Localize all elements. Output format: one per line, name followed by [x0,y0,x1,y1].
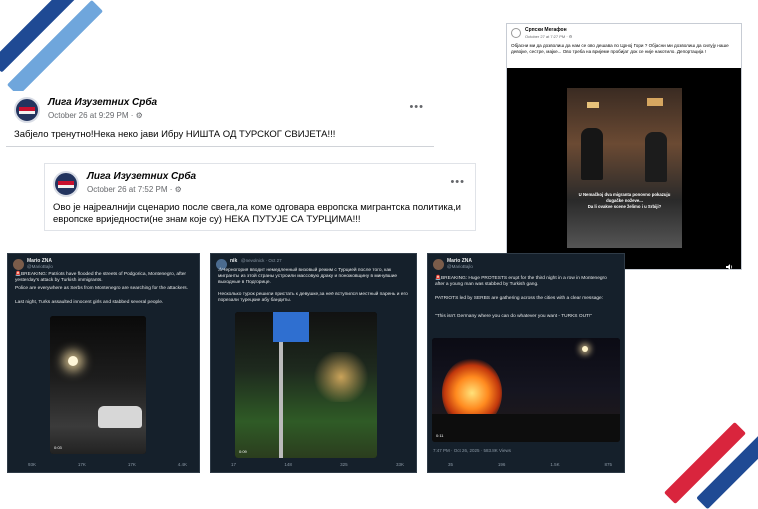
retweet-button[interactable]: 148 [284,462,292,467]
post-author[interactable]: Српски Мегафон [525,27,567,33]
post-timestamp[interactable]: October 26 at 9:29 PM · ⚙ [48,111,143,120]
sign-pole [279,342,283,458]
avatar[interactable] [511,28,521,38]
street-light [647,98,663,106]
tweet-actions: 35 196 1.5K 875 [448,462,612,467]
retweet-button[interactable]: 17K [78,462,86,467]
tweet-handle[interactable]: @MarioBajlo [27,264,53,269]
more-options-icon[interactable]: ••• [450,176,465,188]
reply-button[interactable]: 93K [28,462,36,467]
more-options-icon[interactable]: ••• [409,101,424,113]
facebook-post-megafon: Српски Мегафон October 27 at 7:27 PM · ⚙… [506,23,742,270]
avatar[interactable] [13,259,24,270]
video-player[interactable]: U Nemačkoj dva migranta ponovno pokazuju… [507,68,741,270]
views-button[interactable]: 875 [604,462,612,467]
tweet-text-3: Last night, Turks assaulted innocent gir… [15,300,164,305]
like-button[interactable]: 1.5K [550,462,559,467]
post-text: Објасни ми да дозволиш да нам се ово деш… [511,43,729,54]
street-lamp [68,356,78,366]
reply-button[interactable]: 17 [231,462,236,467]
post-author[interactable]: Лига Изузетних Срба [87,171,196,182]
tweet-author[interactable]: nik [230,258,237,264]
tweet-video[interactable]: 0:03 [50,316,146,454]
tweet-card-1: Mario ZNA @MarioBajlo 🚨BREAKING: Patriot… [7,253,200,473]
retweet-button[interactable]: 196 [498,462,506,467]
tweet-text-1: 🚨BREAKING: Patriots have flooded the str… [15,272,187,284]
crowd-silhouette [432,414,620,442]
tweet-text-3: "This isn't Germany where you can do wha… [435,314,592,319]
avatar[interactable] [53,171,79,197]
like-button[interactable]: 325 [340,462,348,467]
video-duration: 0:09 [239,449,247,454]
tweet-footer: 7:47 PM · Oct 26, 2025 · 583.8K Views [433,448,511,453]
tweet-text-2: PATRIOTS led by SERBS are gathering acro… [435,296,604,301]
street-lamp [582,346,588,352]
street-sign [273,312,309,342]
tweet-text-2: Police are everywhere as Serbs from Mont… [15,286,189,291]
post-timestamp[interactable]: October 26 at 7:52 PM · ⚙ [87,185,182,194]
post-timestamp[interactable]: October 27 at 7:27 PM · ⚙ [525,34,572,39]
tweet-handle[interactable]: @nevolnick · Oct 27 [241,258,282,263]
facebook-post-1: Лига Изузетних Срба October 26 at 9:29 P… [6,91,434,148]
views-button[interactable]: 33K [396,462,404,467]
person-figure [645,132,667,182]
video-frame: U Nemačkoj dva migranta ponovno pokazuju… [567,88,682,248]
like-button[interactable]: 17K [128,462,136,467]
night-street-scene [50,316,146,454]
speaker-icon[interactable] [726,257,733,270]
post-text: Забјело тренутно!Нека неко јави Ибру НИШ… [14,129,336,140]
tweet-actions: 17 148 325 33K [231,462,404,467]
post-author[interactable]: Лига Изузетних Срба [48,97,157,108]
tweet-handle[interactable]: @MarioBajlo [447,264,473,269]
tweet-card-2: nik @nevolnick · Oct 27 ⚠Черногория ввод… [210,253,417,473]
post-text-line-1: Ово је најреалнији сценарио после свега,… [53,202,461,213]
views-button[interactable]: 4.4K [178,462,187,467]
crowd-lights [311,352,371,402]
avatar[interactable] [14,97,40,123]
post-divider [6,146,434,147]
reply-button[interactable]: 35 [448,462,453,467]
tweet-text-1: 🚨BREAKING: Huge PROTESTS erupt for the t… [435,276,607,288]
street-light [587,102,599,108]
video-duration: 0:11 [436,433,444,438]
car-shape [98,406,142,428]
tweet-card-3: Mario ZNA @MarioBajlo 🚨BREAKING: Huge PR… [427,253,625,473]
video-caption: U Nemačkoj dva migranta ponovno pokazuju… [567,192,682,210]
post-text-line-2: европске вриједности(не знам које су) НЕ… [53,214,361,225]
tweet-text-1: ⚠Черногория вводит немедленный визовый р… [218,268,398,286]
tweet-video[interactable]: 0:09 [235,312,377,458]
person-figure [581,128,603,180]
caption-line-3: Da li ovakve scene želimo i u Srbiji? [587,204,662,209]
tweet-actions: 93K 17K 17K 4.4K [28,462,187,467]
facebook-post-2: Лига Изузетних Срба October 26 at 7:52 P… [44,163,476,231]
tweet-video[interactable]: 0:11 [432,338,620,442]
tweet-text-2: Несколько турок решили пристать к девушк… [218,292,408,304]
video-duration: 0:03 [54,445,62,450]
avatar[interactable] [433,259,444,270]
